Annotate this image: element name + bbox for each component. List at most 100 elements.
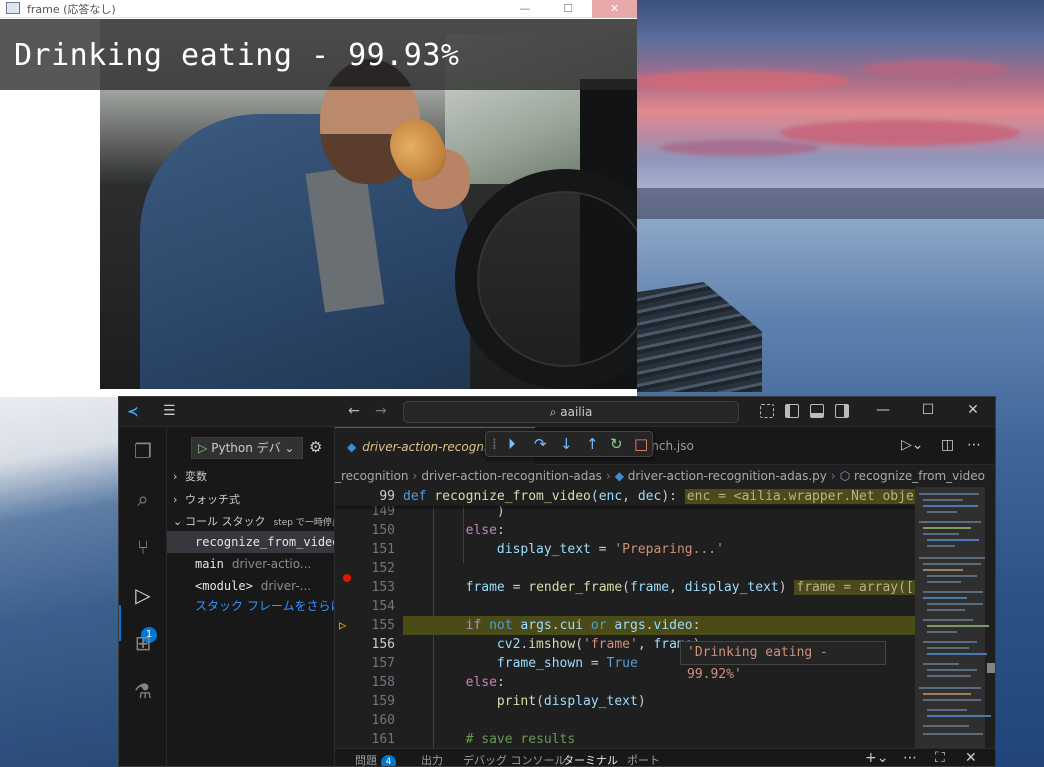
window-icon [6, 2, 20, 14]
variables-section[interactable]: › 変数 [173, 468, 207, 484]
watch-label: ウォッチ式 [185, 493, 240, 506]
source-control-icon[interactable]: ⑂ [131, 535, 155, 559]
toggle-sidebar-icon[interactable] [785, 404, 799, 418]
toggle-panel-icon[interactable] [810, 404, 824, 418]
forward-icon[interactable]: → [375, 403, 387, 419]
tab-debug-console[interactable]: デバッグ コンソール [463, 752, 566, 766]
customize-layout-icon[interactable] [760, 404, 774, 418]
line-number: 153 [371, 580, 395, 595]
more-actions-icon[interactable]: ⋯ [903, 750, 917, 766]
gear-icon[interactable]: ⚙ [309, 438, 322, 456]
active-indicator [119, 605, 121, 641]
window-close-icon[interactable]: ✕ [961, 402, 985, 418]
step-over-icon[interactable]: ↷ [534, 435, 547, 453]
stack-frame-function: recognize_from_video [195, 535, 335, 549]
scrollbar-thumb[interactable] [987, 663, 995, 673]
chevron-right-icon: › [173, 470, 178, 483]
watch-section[interactable]: › ウォッチ式 [173, 491, 240, 507]
close-panel-icon[interactable]: ✕ [965, 750, 977, 766]
restart-icon[interactable]: ↻ [610, 435, 623, 453]
prediction-label: Drinking eating - 99.93% [14, 38, 460, 73]
step-into-icon[interactable]: ↓ [560, 435, 573, 453]
add-terminal-icon[interactable]: +⌄ [865, 750, 888, 766]
frame-window[interactable]: frame (応答なし) — ☐ ✕ Drinking eating - 99.… [0, 0, 637, 397]
line-number: 150 [371, 523, 395, 538]
breadcrumb-item[interactable]: driver-action-recognition-adas.py [628, 469, 827, 483]
variables-label: 変数 [185, 470, 207, 483]
editor-area: ◆driver-action-recognition-adas.py launc… [335, 427, 995, 767]
stop-icon[interactable]: □ [634, 435, 648, 453]
debug-sidebar: ▷ Python デバ ⌄ ⚙ › 変数 › ウォッチ式 ⌄ コール スタック step … [167, 427, 335, 766]
line-number: 159 [371, 694, 395, 709]
inline-value: frame = array([[ [794, 580, 915, 595]
call-stack-section[interactable]: ⌄ コール スタック step で一時停止 [173, 513, 335, 529]
run-debug-icon[interactable]: ▷ [131, 583, 155, 607]
line-number: 157 [371, 656, 395, 671]
stack-frame[interactable]: recognize_from_video [167, 531, 335, 553]
activity-bar: ❐ ⌕ ⑂ ▷ 1 ⊞ ⚗ [119, 427, 167, 766]
testing-icon[interactable]: ⚗ [131, 679, 155, 703]
stack-frame[interactable]: main driver-actio... [167, 553, 334, 575]
line-number: 99 [379, 489, 395, 504]
breadcrumb-item[interactable]: driver-action-recognition-adas [421, 469, 602, 483]
command-center-search[interactable]: ⌕ aailia [403, 401, 739, 423]
run-file-icon[interactable]: ▷⌄ [901, 437, 924, 453]
code-view[interactable]: 99 def recognize_from_video(enc, dec): e… [335, 487, 915, 748]
minimap[interactable] [915, 487, 995, 748]
stack-frame-function: <module> [195, 579, 253, 593]
more-actions-icon[interactable]: ⋯ [967, 437, 981, 453]
line-number: 155 [371, 618, 395, 633]
inline-value: enc = <ailia.wrapper.Net object [684, 489, 915, 504]
split-editor-icon[interactable]: ◫ [941, 437, 954, 453]
toggle-secondary-sidebar-icon[interactable] [835, 404, 849, 418]
tab-ports[interactable]: ポート [627, 752, 660, 766]
search-icon[interactable]: ⌕ [131, 487, 155, 511]
breadcrumb-item[interactable]: recognize_from_video [854, 469, 985, 483]
editor-tabs: ◆driver-action-recognition-adas.py launc… [335, 427, 995, 465]
problems-count-badge: 4 [381, 755, 396, 766]
continue-icon[interactable]: ⏵ [508, 435, 516, 453]
breadcrumb: _recognition › driver-action-recognition-a… [335, 469, 985, 483]
tab-problems[interactable]: 問題 4 [355, 752, 396, 767]
line-number: 154 [371, 599, 395, 614]
window-minimize-icon[interactable]: — [871, 402, 895, 418]
hover-value-tooltip: 'Drinking eating - 99.92%' [680, 641, 886, 682]
extensions-icon[interactable]: ⊞ [131, 631, 155, 655]
vscode-logo-icon: ≺ [127, 404, 139, 420]
start-debug-icon[interactable]: ▷ [198, 441, 207, 455]
stack-frame-function: main [195, 557, 224, 571]
maximize-icon[interactable]: ☐ [548, 0, 588, 18]
search-text: aailia [560, 405, 593, 419]
stack-frame-file: driver-... [260, 579, 312, 593]
line-number: 160 [371, 713, 395, 728]
line-number: 151 [371, 542, 395, 557]
maximize-panel-icon[interactable]: ⛶ [935, 750, 945, 766]
python-file-icon: ◆ [347, 440, 357, 454]
explorer-icon[interactable]: ❐ [131, 439, 155, 463]
vscode-window[interactable]: ≺ ☰ ← → ⌕ aailia — ☐ ✕ ❐ ⌕ ⑂ ▷ 1 ⊞ ⚗ ▷ Py… [118, 396, 996, 767]
menu-icon[interactable]: ☰ [163, 403, 176, 419]
back-icon[interactable]: ← [348, 403, 360, 419]
close-icon[interactable]: ✕ [592, 0, 637, 18]
wallpaper-left [0, 380, 130, 767]
drag-handle-icon[interactable]: ⁞ [492, 435, 497, 453]
step-out-icon[interactable]: ↑ [586, 435, 599, 453]
breadcrumb-item[interactable]: _recognition [335, 469, 409, 483]
sticky-scroll-line[interactable]: 99 def recognize_from_video(enc, dec): e… [335, 487, 915, 506]
title-bar[interactable]: ≺ ☰ ← → ⌕ aailia — ☐ ✕ [119, 397, 995, 427]
chevron-right-icon: › [173, 493, 178, 506]
run-configuration-select[interactable]: ▷ Python デバ ⌄ [191, 437, 303, 459]
stack-frame[interactable]: <module> driver-... [167, 575, 334, 597]
wallpaper-mountains [600, 188, 1044, 222]
tab-terminal[interactable]: ターミナル [563, 752, 618, 766]
minimize-icon[interactable]: — [505, 0, 545, 18]
call-stack-status: step で一時停止 [273, 518, 335, 528]
tab-problems-label: 問題 [355, 754, 377, 767]
debug-toolbar: ⁞ ⏵ ↷ ↓ ↑ ↻ □ [485, 431, 653, 457]
frame-window-titlebar[interactable]: frame (応答なし) — ☐ ✕ [0, 0, 637, 18]
frame-window-title: frame (応答なし) [27, 3, 116, 16]
load-more-frames-link[interactable]: スタック フレームをさらに読み込む [195, 597, 334, 614]
chevron-down-icon: ⌄ [173, 515, 183, 528]
tab-output[interactable]: 出力 [421, 752, 443, 766]
window-maximize-icon[interactable]: ☐ [916, 402, 940, 418]
